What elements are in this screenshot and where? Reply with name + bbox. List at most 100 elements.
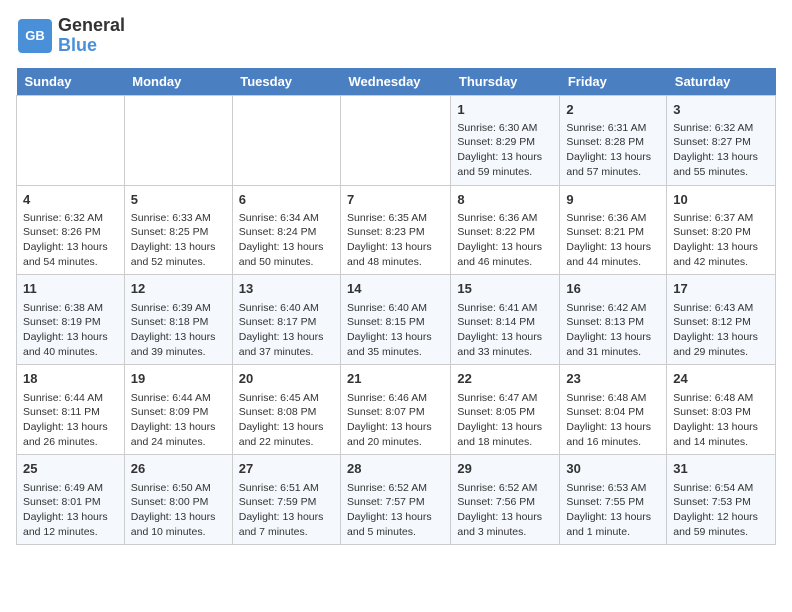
calendar-cell: 11 Sunrise: 6:38 AM Sunset: 8:19 PM Dayli… — [17, 275, 125, 365]
day-info: Sunrise: 6:44 AM Sunset: 8:09 PM Dayligh… — [131, 391, 226, 450]
day-info: Sunrise: 6:39 AM Sunset: 8:18 PM Dayligh… — [131, 301, 226, 360]
calendar-cell: 22 Sunrise: 6:47 AM Sunset: 8:05 PM Dayli… — [451, 365, 560, 455]
calendar-cell: 12 Sunrise: 6:39 AM Sunset: 8:18 PM Dayli… — [124, 275, 232, 365]
day-info: Sunrise: 6:48 AM Sunset: 8:04 PM Dayligh… — [566, 391, 660, 450]
calendar-cell: 8Sunrise: 6:36 AM Sunset: 8:22 PM Daylig… — [451, 185, 560, 275]
day-info: Sunrise: 6:34 AM Sunset: 8:24 PM Dayligh… — [239, 211, 334, 270]
day-info: Sunrise: 6:46 AM Sunset: 8:07 PM Dayligh… — [347, 391, 444, 450]
day-number: 23 — [566, 370, 660, 388]
calendar-cell: 13 Sunrise: 6:40 AM Sunset: 8:17 PM Dayli… — [232, 275, 340, 365]
weekday-header-tuesday: Tuesday — [232, 68, 340, 96]
day-number: 17 — [673, 280, 769, 298]
calendar-week-row: 18 Sunrise: 6:44 AM Sunset: 8:11 PM Dayli… — [17, 365, 776, 455]
calendar-cell — [232, 95, 340, 185]
calendar-cell: 15 Sunrise: 6:41 AM Sunset: 8:14 PM Dayli… — [451, 275, 560, 365]
day-info: Sunrise: 6:40 AM Sunset: 8:15 PM Dayligh… — [347, 301, 444, 360]
day-info: Sunrise: 6:45 AM Sunset: 8:08 PM Dayligh… — [239, 391, 334, 450]
day-info: Sunrise: 6:52 AM Sunset: 7:56 PM Dayligh… — [457, 481, 553, 540]
svg-text:GB: GB — [25, 28, 45, 43]
calendar-week-row: 4 Sunrise: 6:32 AM Sunset: 8:26 PM Daylig… — [17, 185, 776, 275]
calendar-cell: 1 Sunrise: 6:30 AM Sunset: 8:29 PM Daylig… — [451, 95, 560, 185]
day-info: Sunrise: 6:30 AM Sunset: 8:29 PM Dayligh… — [457, 121, 553, 180]
day-info: Sunrise: 6:36 AM Sunset: 8:21 PM Dayligh… — [566, 211, 660, 270]
day-number: 1 — [457, 101, 553, 119]
calendar-cell: 27 Sunrise: 6:51 AM Sunset: 7:59 PM Dayli… — [232, 455, 340, 545]
calendar-cell: 4 Sunrise: 6:32 AM Sunset: 8:26 PM Daylig… — [17, 185, 125, 275]
day-number: 2 — [566, 101, 660, 119]
day-info: Sunrise: 6:36 AM Sunset: 8:22 PM Dayligh… — [457, 211, 553, 270]
day-info: Sunrise: 6:52 AM Sunset: 7:57 PM Dayligh… — [347, 481, 444, 540]
day-number: 18 — [23, 370, 118, 388]
day-info: Sunrise: 6:37 AM Sunset: 8:20 PM Dayligh… — [673, 211, 769, 270]
day-info: Sunrise: 6:53 AM Sunset: 7:55 PM Dayligh… — [566, 481, 660, 540]
calendar-cell: 17 Sunrise: 6:43 AM Sunset: 8:12 PM Dayli… — [667, 275, 776, 365]
calendar-cell: 9 Sunrise: 6:36 AM Sunset: 8:21 PM Daylig… — [560, 185, 667, 275]
day-info: Sunrise: 6:31 AM Sunset: 8:28 PM Dayligh… — [566, 121, 660, 180]
calendar-cell: 31 Sunrise: 6:54 AM Sunset: 7:53 PM Dayli… — [667, 455, 776, 545]
day-info: Sunrise: 6:51 AM Sunset: 7:59 PM Dayligh… — [239, 481, 334, 540]
calendar-cell: 18 Sunrise: 6:44 AM Sunset: 8:11 PM Dayli… — [17, 365, 125, 455]
calendar-cell: 20 Sunrise: 6:45 AM Sunset: 8:08 PM Dayli… — [232, 365, 340, 455]
calendar-cell: 14 Sunrise: 6:40 AM Sunset: 8:15 PM Dayli… — [341, 275, 451, 365]
day-number: 14 — [347, 280, 444, 298]
day-number: 27 — [239, 460, 334, 478]
day-info: Sunrise: 6:33 AM Sunset: 8:25 PM Dayligh… — [131, 211, 226, 270]
logo-text-general: General — [58, 16, 125, 36]
day-number: 22 — [457, 370, 553, 388]
day-number: 7 — [347, 191, 444, 209]
day-number: 9 — [566, 191, 660, 209]
day-number: 20 — [239, 370, 334, 388]
weekday-header-monday: Monday — [124, 68, 232, 96]
calendar-cell: 6Sunrise: 6:34 AM Sunset: 8:24 PM Daylig… — [232, 185, 340, 275]
day-info: Sunrise: 6:50 AM Sunset: 8:00 PM Dayligh… — [131, 481, 226, 540]
day-info: Sunrise: 6:38 AM Sunset: 8:19 PM Dayligh… — [23, 301, 118, 360]
calendar-cell: 29Sunrise: 6:52 AM Sunset: 7:56 PM Dayli… — [451, 455, 560, 545]
calendar-cell: 3Sunrise: 6:32 AM Sunset: 8:27 PM Daylig… — [667, 95, 776, 185]
calendar-cell: 28 Sunrise: 6:52 AM Sunset: 7:57 PM Dayli… — [341, 455, 451, 545]
day-info: Sunrise: 6:54 AM Sunset: 7:53 PM Dayligh… — [673, 481, 769, 540]
day-info: Sunrise: 6:48 AM Sunset: 8:03 PM Dayligh… — [673, 391, 769, 450]
logo: GB General Blue — [16, 16, 125, 56]
day-number: 12 — [131, 280, 226, 298]
calendar-cell: 16 Sunrise: 6:42 AM Sunset: 8:13 PM Dayli… — [560, 275, 667, 365]
day-number: 31 — [673, 460, 769, 478]
calendar-cell — [124, 95, 232, 185]
day-number: 11 — [23, 280, 118, 298]
weekday-header-wednesday: Wednesday — [341, 68, 451, 96]
weekday-header-thursday: Thursday — [451, 68, 560, 96]
day-info: Sunrise: 6:47 AM Sunset: 8:05 PM Dayligh… — [457, 391, 553, 450]
day-info: Sunrise: 6:40 AM Sunset: 8:17 PM Dayligh… — [239, 301, 334, 360]
calendar-cell: 26 Sunrise: 6:50 AM Sunset: 8:00 PM Dayli… — [124, 455, 232, 545]
calendar-cell — [341, 95, 451, 185]
calendar-cell: 2 Sunrise: 6:31 AM Sunset: 8:28 PM Daylig… — [560, 95, 667, 185]
weekday-header-sunday: Sunday — [17, 68, 125, 96]
day-number: 10 — [673, 191, 769, 209]
day-number: 26 — [131, 460, 226, 478]
calendar-cell — [17, 95, 125, 185]
day-number: 24 — [673, 370, 769, 388]
logo-icon: GB — [16, 17, 54, 55]
logo-text-blue: Blue — [58, 36, 125, 56]
day-info: Sunrise: 6:41 AM Sunset: 8:14 PM Dayligh… — [457, 301, 553, 360]
calendar-cell: 23 Sunrise: 6:48 AM Sunset: 8:04 PM Dayli… — [560, 365, 667, 455]
calendar-cell: 25 Sunrise: 6:49 AM Sunset: 8:01 PM Dayli… — [17, 455, 125, 545]
day-number: 15 — [457, 280, 553, 298]
day-info: Sunrise: 6:32 AM Sunset: 8:26 PM Dayligh… — [23, 211, 118, 270]
calendar-cell: 21 Sunrise: 6:46 AM Sunset: 8:07 PM Dayli… — [341, 365, 451, 455]
day-info: Sunrise: 6:35 AM Sunset: 8:23 PM Dayligh… — [347, 211, 444, 270]
calendar-cell: 7 Sunrise: 6:35 AM Sunset: 8:23 PM Daylig… — [341, 185, 451, 275]
day-number: 19 — [131, 370, 226, 388]
day-number: 21 — [347, 370, 444, 388]
day-info: Sunrise: 6:43 AM Sunset: 8:12 PM Dayligh… — [673, 301, 769, 360]
day-number: 4 — [23, 191, 118, 209]
day-info: Sunrise: 6:49 AM Sunset: 8:01 PM Dayligh… — [23, 481, 118, 540]
calendar-cell: 10 Sunrise: 6:37 AM Sunset: 8:20 PM Dayli… — [667, 185, 776, 275]
day-number: 28 — [347, 460, 444, 478]
day-info: Sunrise: 6:42 AM Sunset: 8:13 PM Dayligh… — [566, 301, 660, 360]
calendar-cell: 5Sunrise: 6:33 AM Sunset: 8:25 PM Daylig… — [124, 185, 232, 275]
day-number: 3 — [673, 101, 769, 119]
day-info: Sunrise: 6:44 AM Sunset: 8:11 PM Dayligh… — [23, 391, 118, 450]
day-number: 16 — [566, 280, 660, 298]
day-number: 25 — [23, 460, 118, 478]
day-number: 13 — [239, 280, 334, 298]
